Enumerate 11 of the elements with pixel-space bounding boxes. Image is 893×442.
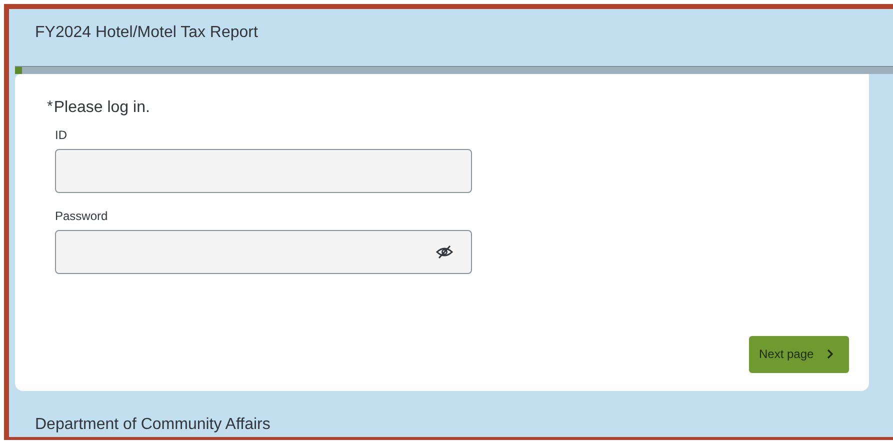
id-field[interactable] — [55, 148, 472, 193]
field-label: Password — [55, 208, 109, 225]
password-field[interactable] — [55, 230, 472, 274]
field-label: ID — [55, 126, 68, 144]
required-mark: * — [47, 96, 53, 117]
chevron-right-icon — [826, 349, 834, 360]
eye-slash-icon[interactable] — [436, 244, 453, 259]
login-prompt: Please log in. — [54, 98, 150, 118]
next-page-button[interactable]: Next page — [749, 336, 849, 373]
page-title: FY2024 Hotel/Motel Tax Report — [35, 24, 258, 41]
footer-text: Department of Community Affairs — [35, 416, 270, 433]
